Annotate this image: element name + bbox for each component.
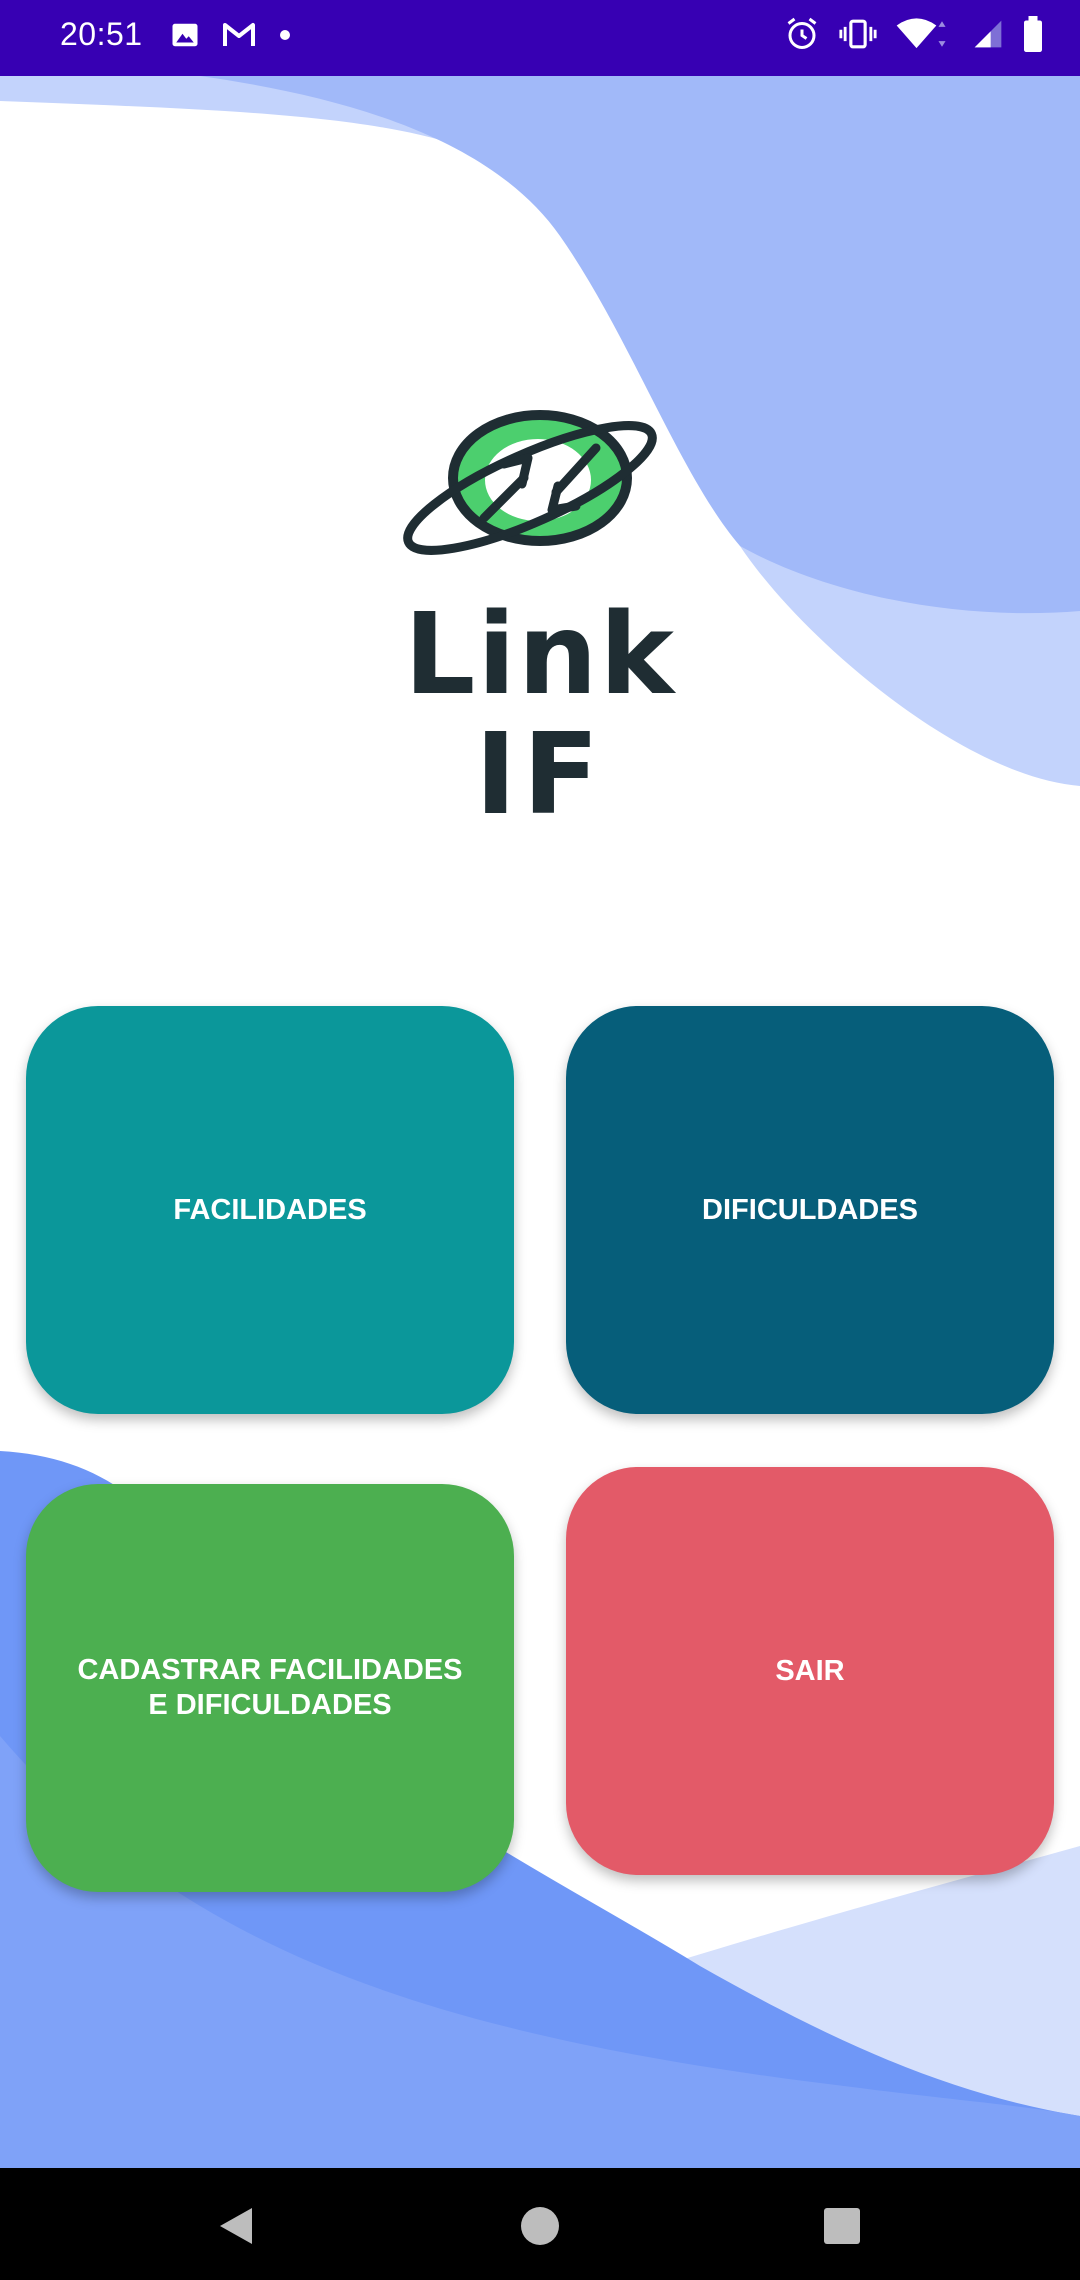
app-logo: Link IF xyxy=(400,410,680,840)
status-icons-right xyxy=(784,16,1044,52)
signal-icon xyxy=(972,18,1004,50)
back-button[interactable] xyxy=(216,2204,260,2248)
logo-text-line1: Link xyxy=(404,590,676,720)
dificuldades-button[interactable]: DIFICULDADES xyxy=(566,1006,1054,1414)
navigation-bar xyxy=(0,2168,1080,2280)
facilidades-label: FACILIDADES xyxy=(173,1193,367,1226)
status-icons-left xyxy=(170,20,292,50)
battery-icon xyxy=(1022,16,1044,52)
home-button[interactable] xyxy=(518,2204,562,2248)
vibrate-icon xyxy=(838,16,878,52)
home-icon xyxy=(521,2207,559,2245)
sair-label: SAIR xyxy=(775,1654,845,1687)
gmail-icon xyxy=(222,21,256,49)
status-bar: 20:51 xyxy=(0,0,1080,76)
sair-button[interactable]: SAIR xyxy=(566,1467,1054,1875)
back-icon xyxy=(220,2208,252,2244)
facilidades-button[interactable]: FACILIDADES xyxy=(26,1006,514,1414)
cadastrar-label: CADASTRAR FACILIDADES E DIFICULDADES xyxy=(77,1654,463,1721)
logo-text-line2: IF xyxy=(474,710,606,840)
planet-arrows-icon xyxy=(403,410,657,555)
alarm-icon xyxy=(784,16,820,52)
dot-icon xyxy=(278,28,292,42)
recent-apps-button[interactable] xyxy=(820,2204,864,2248)
wifi-icon xyxy=(896,17,954,51)
status-time: 20:51 xyxy=(60,16,143,52)
cadastrar-button[interactable]: CADASTRAR FACILIDADES E DIFICULDADES xyxy=(26,1484,514,1892)
dificuldades-label: DIFICULDADES xyxy=(702,1193,918,1226)
recent-apps-icon xyxy=(824,2208,860,2244)
image-icon xyxy=(170,20,200,50)
